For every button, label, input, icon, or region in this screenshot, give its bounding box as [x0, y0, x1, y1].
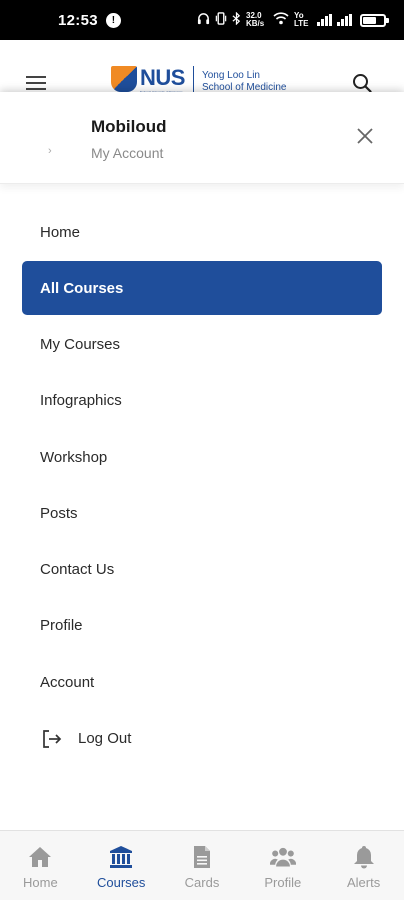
profile-icon — [269, 847, 296, 867]
close-icon[interactable] — [356, 127, 374, 145]
menu-item-label: Log Out — [78, 730, 132, 748]
chevron-right-icon: › — [48, 145, 52, 157]
school-name: Yong Loo Lin School of Medicine — [202, 66, 287, 94]
network-type: Yo LTE — [294, 12, 309, 28]
menu-item-label: Home — [40, 223, 81, 241]
home-icon — [29, 847, 52, 867]
menu-item-label: Infographics — [40, 392, 122, 410]
bluetooth-icon — [232, 11, 241, 28]
cards-icon — [193, 846, 210, 868]
nus-crest-icon — [111, 66, 137, 92]
drawer-menu: Home All Courses My Courses Infographics… — [0, 204, 404, 767]
account-subtitle[interactable]: My Account — [91, 145, 163, 161]
menu-item-all-courses[interactable]: All Courses — [22, 261, 382, 316]
tab-label: Cards — [184, 875, 220, 890]
menu-item-label: Profile — [40, 617, 83, 635]
tab-label: Profile — [264, 875, 302, 890]
menu-item-infographics[interactable]: Infographics — [22, 373, 382, 429]
menu-item-label: All Courses — [40, 279, 124, 297]
network-speed: 32.0 KB/s — [246, 12, 265, 28]
menu-item-label: My Courses — [40, 335, 121, 353]
vibrate-icon — [215, 12, 227, 28]
tab-courses[interactable]: Courses — [81, 831, 162, 900]
tab-home[interactable]: Home — [0, 831, 81, 900]
menu-item-label: Posts — [40, 504, 78, 522]
courses-icon — [110, 846, 133, 868]
wifi-icon — [273, 12, 289, 28]
search-icon[interactable] — [352, 73, 372, 93]
menu-icon[interactable] — [26, 76, 46, 90]
account-header[interactable]: › Mobiloud My Account — [0, 92, 404, 184]
menu-item-log-out[interactable]: Log Out — [22, 710, 382, 766]
menu-item-label: Workshop — [40, 448, 108, 466]
logout-icon — [43, 729, 62, 748]
notification-badge: ! — [105, 12, 121, 28]
navigation-drawer: › Mobiloud My Account Home All Courses M… — [0, 92, 404, 830]
tab-alerts[interactable]: Alerts — [323, 831, 404, 900]
menu-item-home[interactable]: Home — [22, 204, 382, 260]
menu-item-contact-us[interactable]: Contact Us — [22, 541, 382, 597]
tab-label: Courses — [96, 875, 146, 890]
status-bar: 12:53 ! 32.0 KB/s Yo LTE — [0, 0, 404, 40]
bell-icon — [353, 846, 374, 869]
tab-profile[interactable]: Profile — [242, 831, 323, 900]
tab-label: Home — [23, 875, 58, 890]
signal-icon — [317, 14, 332, 26]
menu-item-posts[interactable]: Posts — [22, 485, 382, 541]
app-header: NUS National University of Singapore Yon… — [0, 40, 404, 96]
menu-item-label: Account — [40, 673, 95, 691]
school-line-1: Yong Loo Lin — [201, 70, 260, 81]
menu-item-profile[interactable]: Profile — [22, 598, 382, 654]
menu-item-workshop[interactable]: Workshop — [22, 429, 382, 485]
menu-item-account[interactable]: Account — [22, 654, 382, 710]
menu-item-my-courses[interactable]: My Courses — [22, 316, 382, 372]
status-icons: 32.0 KB/s Yo LTE — [197, 11, 389, 28]
battery-icon — [360, 13, 389, 27]
logo-text: NUS — [140, 66, 185, 90]
tab-label: Alerts — [346, 875, 381, 890]
tab-cards[interactable]: Cards — [162, 831, 243, 900]
account-name: Mobiloud — [91, 117, 167, 136]
headphones-icon — [197, 12, 210, 28]
bottom-tab-bar: Home Courses Cards Profile Alerts — [0, 830, 404, 900]
status-time: 12:53 — [58, 11, 98, 29]
menu-item-label: Contact Us — [40, 561, 115, 579]
signal-icon-2 — [337, 14, 352, 26]
